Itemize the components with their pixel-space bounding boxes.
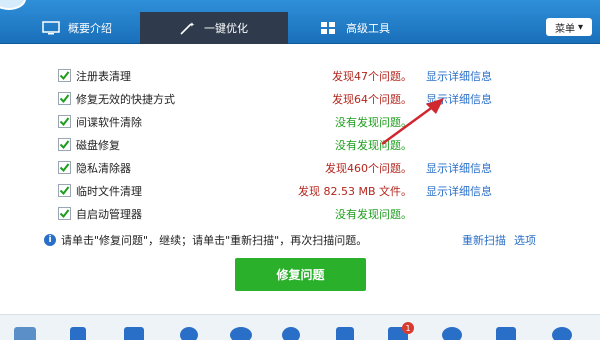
magic-wand-icon: ✦ bbox=[178, 21, 196, 35]
info-message: i 请单击"修复问题"，继续；请单击"重新扫描"，再次扫描问题。 bbox=[44, 232, 367, 248]
item-status: 发现64个问题。 bbox=[332, 93, 412, 106]
grid-icon bbox=[320, 21, 338, 35]
item-status: 发现460个问题。 bbox=[325, 162, 412, 175]
info-text: 请单击"修复问题"，继续；请单击"重新扫描"，再次扫描问题。 bbox=[61, 234, 368, 247]
bottom-toolbar bbox=[0, 314, 600, 340]
gear-icon[interactable] bbox=[282, 327, 300, 340]
globe-icon[interactable] bbox=[230, 327, 252, 340]
svg-text:✦: ✦ bbox=[189, 21, 195, 29]
item-label: 隐私清除器 bbox=[76, 162, 131, 175]
list-item: 修复无效的快捷方式 发现64个问题。 显示详细信息 bbox=[0, 88, 600, 108]
rescan-link[interactable]: 重新扫描 bbox=[462, 232, 506, 248]
check-icon bbox=[59, 186, 70, 196]
item-status: 发现47个问题。 bbox=[332, 70, 412, 83]
top-nav-bar: 概要介绍 ✦ 一键优化 高级工具 菜单 ▾ bbox=[0, 0, 600, 44]
list-item: 自启动管理器 没有发现问题。 bbox=[0, 203, 600, 223]
options-link[interactable]: 选项 bbox=[514, 232, 536, 248]
checkbox[interactable] bbox=[58, 69, 71, 82]
image-icon[interactable] bbox=[496, 327, 516, 340]
tab-overview[interactable]: 概要介绍 bbox=[0, 12, 140, 44]
info-icon: i bbox=[44, 234, 56, 246]
tab-optimize-label: 一键优化 bbox=[204, 22, 248, 35]
item-label: 间谍软件清除 bbox=[76, 116, 142, 129]
monitor-icon bbox=[42, 21, 60, 35]
checkbox[interactable] bbox=[58, 161, 71, 174]
list-item: 临时文件清理 发现 82.53 MB 文件。 显示详细信息 bbox=[0, 180, 600, 200]
app-logo bbox=[0, 0, 26, 10]
tab-overview-label: 概要介绍 bbox=[68, 22, 112, 35]
show-details-link[interactable]: 显示详细信息 bbox=[426, 183, 492, 199]
trash-icon[interactable] bbox=[336, 327, 354, 340]
check-icon bbox=[59, 163, 70, 173]
item-status: 没有发现问题。 bbox=[335, 116, 412, 129]
disk-icon[interactable] bbox=[180, 327, 198, 340]
edge-icon[interactable] bbox=[442, 327, 462, 340]
menu-button[interactable]: 菜单 ▾ bbox=[546, 18, 592, 36]
item-label: 修复无效的快捷方式 bbox=[76, 93, 175, 106]
show-details-link[interactable]: 显示详细信息 bbox=[426, 68, 492, 84]
item-label: 自启动管理器 bbox=[76, 208, 142, 221]
checkbox[interactable] bbox=[58, 138, 71, 151]
list-item: 间谍软件清除 没有发现问题。 bbox=[0, 111, 600, 131]
notification-badge: 1 bbox=[402, 322, 414, 334]
list-item: 注册表清理 发现47个问题。 显示详细信息 bbox=[0, 65, 600, 85]
fix-problems-button[interactable]: 修复问题 bbox=[235, 258, 366, 291]
list-item: 磁盘修复 没有发现问题。 bbox=[0, 134, 600, 154]
show-details-link[interactable]: 显示详细信息 bbox=[426, 160, 492, 176]
check-icon bbox=[59, 94, 70, 104]
show-details-link[interactable]: 显示详细信息 bbox=[426, 91, 492, 107]
checkbox[interactable] bbox=[58, 115, 71, 128]
check-icon bbox=[59, 209, 70, 219]
check-icon bbox=[59, 117, 70, 127]
toolbar-icon[interactable] bbox=[14, 327, 36, 340]
scan-results-panel: 注册表清理 发现47个问题。 显示详细信息 修复无效的快捷方式 发现64个问题。… bbox=[0, 44, 600, 314]
item-status: 没有发现问题。 bbox=[335, 208, 412, 221]
item-label: 磁盘修复 bbox=[76, 139, 120, 152]
list-item: 隐私清除器 发现460个问题。 显示详细信息 bbox=[0, 157, 600, 177]
item-label: 注册表清理 bbox=[76, 70, 131, 83]
item-label: 临时文件清理 bbox=[76, 185, 142, 198]
tab-optimize[interactable]: ✦ 一键优化 bbox=[140, 12, 288, 44]
menu-button-label: 菜单 bbox=[554, 23, 575, 35]
chart-icon[interactable] bbox=[70, 327, 86, 340]
chevron-down-icon: ▾ bbox=[577, 21, 584, 33]
download-icon[interactable] bbox=[124, 327, 144, 340]
check-icon bbox=[59, 140, 70, 150]
item-status: 发现 82.53 MB 文件。 bbox=[297, 185, 412, 198]
up-arrow-icon[interactable] bbox=[552, 327, 572, 340]
tab-advanced-label: 高级工具 bbox=[346, 22, 390, 35]
checkbox[interactable] bbox=[58, 207, 71, 220]
check-icon bbox=[59, 71, 70, 81]
tab-advanced-tools[interactable]: 高级工具 bbox=[288, 12, 456, 44]
checkbox[interactable] bbox=[58, 184, 71, 197]
item-status: 没有发现问题。 bbox=[335, 139, 412, 152]
checkbox[interactable] bbox=[58, 92, 71, 105]
